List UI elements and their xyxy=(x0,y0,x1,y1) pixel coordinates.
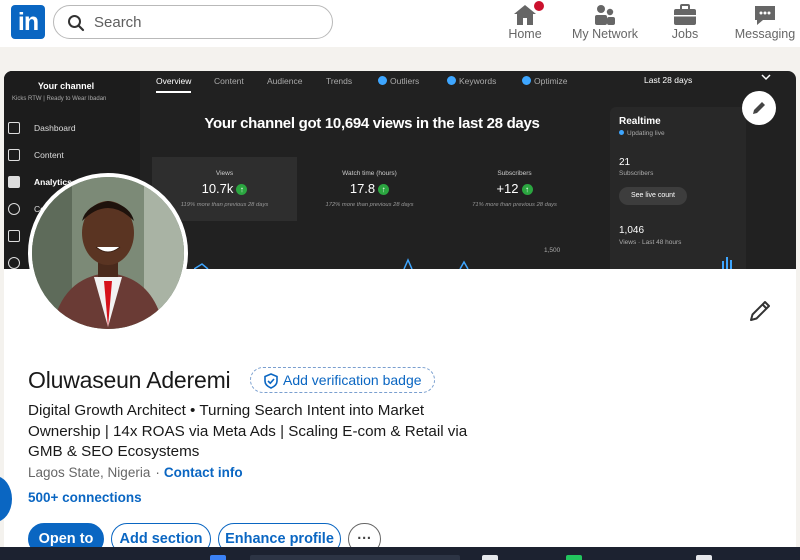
top-nav: in Home My Network Jobs Me xyxy=(0,0,800,47)
yt-tab-label: Optimize xyxy=(534,76,568,86)
yt-channel-subtitle: Kicks RTW | Ready to Wear Ibadan xyxy=(12,96,107,102)
search-icon xyxy=(68,15,85,32)
yt-axis-label: 1,500 xyxy=(544,247,561,254)
arrow-up-icon: ↑ xyxy=(378,184,390,195)
stat-label: Watch time (hours) xyxy=(342,170,397,177)
notification-dot xyxy=(532,0,546,13)
yt-tab-optimize: Optimize xyxy=(522,76,568,86)
profile-name: Oluwaseun Aderemi xyxy=(28,367,231,393)
profile-avatar[interactable] xyxy=(28,173,188,333)
location-line: Lagos State, Nigeria · Contact info xyxy=(28,465,243,480)
nav-my-network[interactable]: My Network xyxy=(568,0,642,47)
stat-compare: 71% more than previous 28 days xyxy=(472,202,557,208)
taskbar-app-icon[interactable] xyxy=(566,555,582,560)
optimize-icon xyxy=(522,76,531,85)
stat-value: 17.8 ↑ xyxy=(297,181,442,196)
verification-label: Add verification badge xyxy=(283,372,422,388)
connections-link[interactable]: 500+ connections xyxy=(28,490,142,505)
os-taskbar xyxy=(0,547,800,560)
stat-value: 10.7k ↑ xyxy=(152,181,297,196)
realtime-subs-value: 21 xyxy=(619,157,631,168)
add-verification-badge-button[interactable]: Add verification badge xyxy=(250,367,435,393)
stat-value-text: 17.8 xyxy=(349,181,376,196)
yt-realtime-panel: Realtime Updating live 21 Subscribers Se… xyxy=(610,107,746,269)
pencil-icon xyxy=(753,102,765,114)
separator-dot: · xyxy=(155,465,160,480)
search-input[interactable] xyxy=(94,12,324,32)
realtime-bars xyxy=(722,257,732,269)
stat-compare: 172% more than previous 28 days xyxy=(325,202,414,208)
yt-tab-trends: Trends xyxy=(326,76,353,86)
yt-nav-label: Dashboard xyxy=(34,123,76,133)
nav-jobs-label: Jobs xyxy=(671,27,699,41)
yt-tab-overview: Overview xyxy=(156,76,192,93)
see-live-count-button: See live count xyxy=(619,187,687,205)
live-dot-icon xyxy=(619,130,624,135)
yt-tab-audience: Audience xyxy=(267,76,303,86)
realtime-subs-label: Subscribers xyxy=(619,170,654,177)
yt-tab-outliers: Outliers xyxy=(378,76,419,86)
contact-info-link[interactable]: Contact info xyxy=(164,465,243,480)
yt-tab-label: Outliers xyxy=(390,76,420,86)
nav-home-label: Home xyxy=(508,27,542,41)
yt-nav-dashboard: Dashboard xyxy=(8,119,138,139)
realtime-title: Realtime xyxy=(619,116,661,127)
stat-label: Views xyxy=(215,170,234,177)
stat-value: +12 ↑ xyxy=(442,181,587,196)
chat-icon xyxy=(755,6,775,25)
realtime-views-label: Views · Last 48 hours xyxy=(619,239,682,246)
yt-tab-content: Content xyxy=(214,76,244,86)
subtitles-icon xyxy=(8,230,20,242)
profile-headline: Digital Growth Architect • Turning Searc… xyxy=(28,402,468,460)
nav-messaging[interactable]: Messaging xyxy=(732,0,798,47)
arrow-up-icon: ↑ xyxy=(521,184,533,195)
yt-views-sparkline xyxy=(194,258,469,269)
nav-home[interactable]: Home xyxy=(500,0,550,47)
stat-value-text: +12 xyxy=(496,181,519,196)
taskbar-app-icon[interactable] xyxy=(696,555,712,560)
pencil-icon xyxy=(750,301,770,321)
arrow-up-icon: ↑ xyxy=(236,184,248,195)
yt-channel-title: Your channel xyxy=(37,81,95,91)
search-box[interactable] xyxy=(53,5,333,39)
chevron-down-icon xyxy=(761,74,771,81)
realtime-status: Updating live xyxy=(619,130,665,137)
nav-my-network-label: My Network xyxy=(572,27,638,41)
yt-tab-keywords: Keywords xyxy=(447,76,496,86)
community-icon xyxy=(8,203,20,215)
yt-stat-subscribers: Subscribers +12 ↑ 71% more than previous … xyxy=(442,157,587,221)
realtime-status-text: Updating live xyxy=(627,130,665,137)
avatar-photo xyxy=(32,177,184,329)
linkedin-logo[interactable]: in xyxy=(11,5,45,39)
edit-banner-button[interactable] xyxy=(742,91,776,125)
nav-messaging-label: Messaging xyxy=(734,27,796,41)
keywords-icon xyxy=(447,76,456,85)
analytics-icon xyxy=(8,176,20,188)
taskbar-search[interactable] xyxy=(250,555,460,560)
taskbar-app-icon[interactable] xyxy=(482,555,498,560)
content-icon xyxy=(8,149,20,161)
outliers-icon xyxy=(378,76,387,85)
yt-stats: Views 10.7k ↑ 119% more than previous 28 … xyxy=(152,157,587,221)
profile-location: Lagos State, Nigeria xyxy=(28,465,151,480)
yt-headline: Your channel got 10,694 views in the las… xyxy=(204,115,540,132)
copyright-icon xyxy=(8,257,20,269)
stat-value-text: 10.7k xyxy=(201,181,234,196)
yt-date-range: Last 28 days xyxy=(644,75,693,85)
yt-tab-label: Keywords xyxy=(459,76,497,86)
edit-intro-button[interactable] xyxy=(744,295,776,327)
yt-stat-watch-time: Watch time (hours) 17.8 ↑ 172% more than … xyxy=(297,157,442,221)
briefcase-icon xyxy=(674,4,696,25)
realtime-views-value: 1,046 xyxy=(619,225,645,236)
taskbar-app-icon[interactable] xyxy=(210,555,226,560)
yt-nav-content: Content xyxy=(8,146,138,166)
nav-jobs[interactable]: Jobs xyxy=(662,0,708,47)
stat-label: Subscribers xyxy=(497,170,532,177)
people-icon xyxy=(595,5,615,25)
dashboard-icon xyxy=(8,122,20,134)
yt-nav-label: Content xyxy=(34,150,64,160)
shield-check-icon xyxy=(264,373,278,389)
